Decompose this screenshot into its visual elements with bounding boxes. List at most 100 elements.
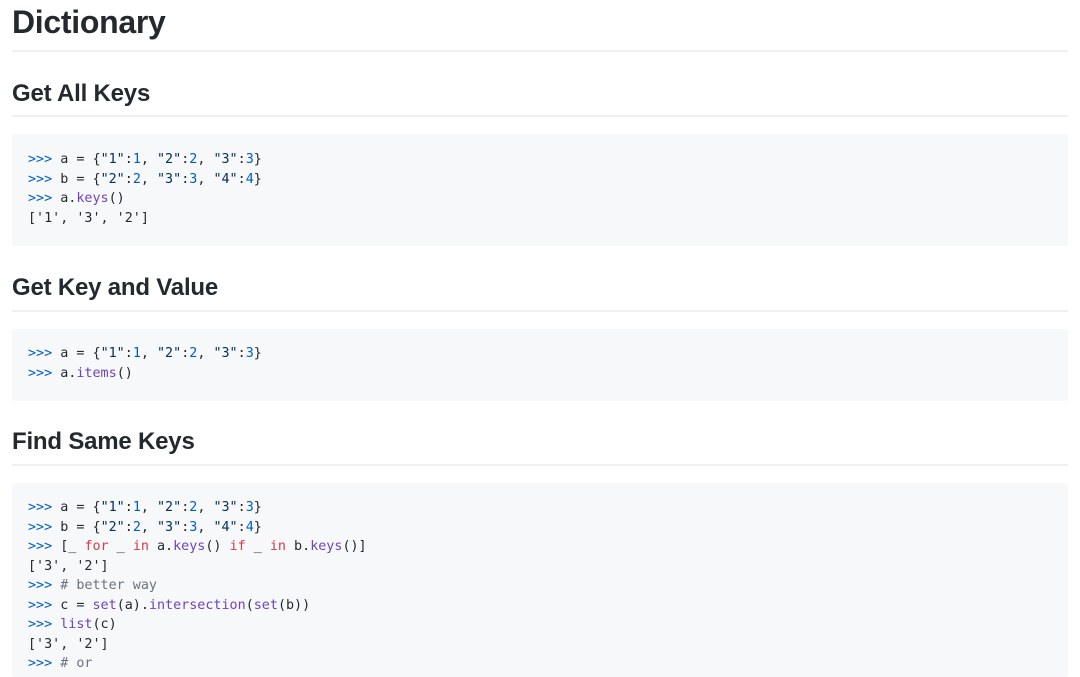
code-token: (): [205, 539, 230, 554]
code-token: ['1', '3', '2']: [28, 210, 149, 226]
code-token: (): [108, 191, 125, 206]
code-token: ()]: [342, 539, 367, 554]
code-block-find-same-keys: >>> a = {"1":1, "2":2, "3":3} >>> b = {"2…: [12, 483, 1068, 677]
code-token: "3": [213, 346, 238, 361]
code-token: "2": [100, 519, 125, 535]
repl-prompt: >>>: [28, 656, 61, 671]
section-divider: [12, 464, 1068, 466]
code-token: if: [229, 539, 246, 554]
repl-prompt: >>>: [28, 346, 61, 361]
code-line: >>> a = {"1":1, "2":2, "3":3}: [28, 498, 1068, 518]
code-token: "1": [100, 152, 125, 167]
code-token: "4": [213, 171, 238, 187]
code-token: 1: [132, 346, 141, 361]
code-token: (b)): [277, 597, 311, 613]
code-token: # or: [60, 656, 93, 671]
code-token: "1": [100, 346, 125, 361]
code-token: ,: [140, 346, 157, 361]
code-line: >>> # better way: [28, 576, 1068, 596]
code-line: >>> b = {"2":2, "3":3, "4":4}: [28, 518, 1068, 538]
code-token: ,: [197, 152, 214, 167]
code-token: 3: [245, 500, 254, 515]
code-token: :: [124, 171, 133, 187]
code-token: ,: [140, 152, 157, 167]
code-token: list: [60, 617, 93, 632]
code-token: (): [116, 365, 133, 381]
code-token: "2": [100, 171, 125, 187]
repl-prompt: >>>: [28, 191, 61, 206]
code-line: >>> a = {"1":1, "2":2, "3":3}: [28, 344, 1068, 364]
code-token: in: [132, 539, 149, 554]
code-token: b = {: [60, 519, 101, 535]
code-token: :: [237, 500, 246, 515]
code-block-get-key-and-value: >>> a = {"1":1, "2":2, "3":3} >>> a.items…: [12, 329, 1068, 401]
code-token: ,: [197, 500, 214, 515]
section-heading-get-all-keys: Get All Keys: [12, 80, 151, 107]
code-token: 3: [245, 152, 254, 167]
code-token: "3": [213, 152, 238, 167]
code-token: :: [237, 519, 246, 535]
code-line: ['1', '3', '2']: [28, 209, 1068, 229]
code-token: ,: [197, 346, 214, 361]
code-token: ,: [140, 500, 157, 515]
repl-prompt: >>>: [28, 539, 61, 554]
code-token: }: [253, 519, 262, 535]
code-token: }: [253, 171, 262, 187]
code-token: 1: [132, 152, 141, 167]
code-token: [_: [60, 539, 85, 554]
code-line: >>> a.items(): [28, 364, 1068, 384]
code-token: "2": [157, 500, 182, 515]
code-token: :: [124, 346, 133, 361]
repl-prompt: >>>: [28, 519, 61, 535]
code-token: set: [92, 597, 117, 613]
code-token: a.: [60, 191, 77, 206]
code-token: keys: [173, 539, 206, 554]
code-token: (a).: [116, 597, 149, 613]
code-block-get-all-keys: >>> a = {"1":1, "2":2, "3":3} >>> b = {"2…: [12, 134, 1068, 246]
code-token: a = {: [60, 152, 101, 167]
code-token: :: [237, 346, 246, 361]
code-token: :: [237, 152, 246, 167]
code-token: # better way: [60, 578, 157, 593]
code-token: :: [124, 519, 133, 535]
code-token: in: [269, 539, 286, 554]
code-token: a = {: [60, 500, 101, 515]
code-token: for: [84, 539, 109, 554]
code-token: (: [245, 597, 254, 613]
code-token: ,: [140, 171, 157, 187]
code-token: "3": [157, 519, 182, 535]
repl-prompt: >>>: [28, 578, 61, 593]
code-token: a = {: [60, 346, 101, 361]
code-token: "3": [213, 500, 238, 515]
code-token: :: [124, 152, 133, 167]
code-token: b.: [286, 539, 311, 554]
code-token: c =: [60, 597, 93, 613]
code-token: }: [253, 346, 262, 361]
code-token: keys: [310, 539, 343, 554]
repl-prompt: >>>: [28, 365, 61, 381]
section-divider: [12, 310, 1068, 312]
code-token: ,: [140, 519, 157, 535]
code-token: :: [124, 500, 133, 515]
code-token: "2": [157, 346, 182, 361]
code-token: 4: [245, 171, 254, 187]
repl-prompt: >>>: [28, 617, 61, 632]
document-page: Dictionary Get All Keys >>> a = {"1":1, …: [0, 0, 1080, 677]
code-token: 4: [245, 519, 254, 535]
code-token: b = {: [60, 171, 101, 187]
repl-prompt: >>>: [28, 500, 61, 515]
code-line: ['3', '2']: [28, 557, 1068, 577]
code-token: _: [108, 539, 133, 554]
code-token: _: [245, 539, 270, 554]
code-token: 3: [245, 346, 254, 361]
code-line: >>> b = {"2":2, "3":3, "4":4}: [28, 170, 1068, 190]
code-token: ['3', '2']: [28, 636, 109, 652]
code-token: intersection: [148, 597, 246, 613]
code-line: >>> [_ for _ in a.keys() if _ in b.keys(…: [28, 537, 1068, 557]
code-line: >>> a = {"1":1, "2":2, "3":3}: [28, 150, 1068, 170]
code-token: keys: [76, 191, 109, 206]
section-heading-get-key-and-value: Get Key and Value: [12, 274, 219, 301]
code-line: >>> list(c): [28, 615, 1068, 635]
code-token: a.: [60, 365, 77, 381]
code-token: "3": [157, 171, 182, 187]
